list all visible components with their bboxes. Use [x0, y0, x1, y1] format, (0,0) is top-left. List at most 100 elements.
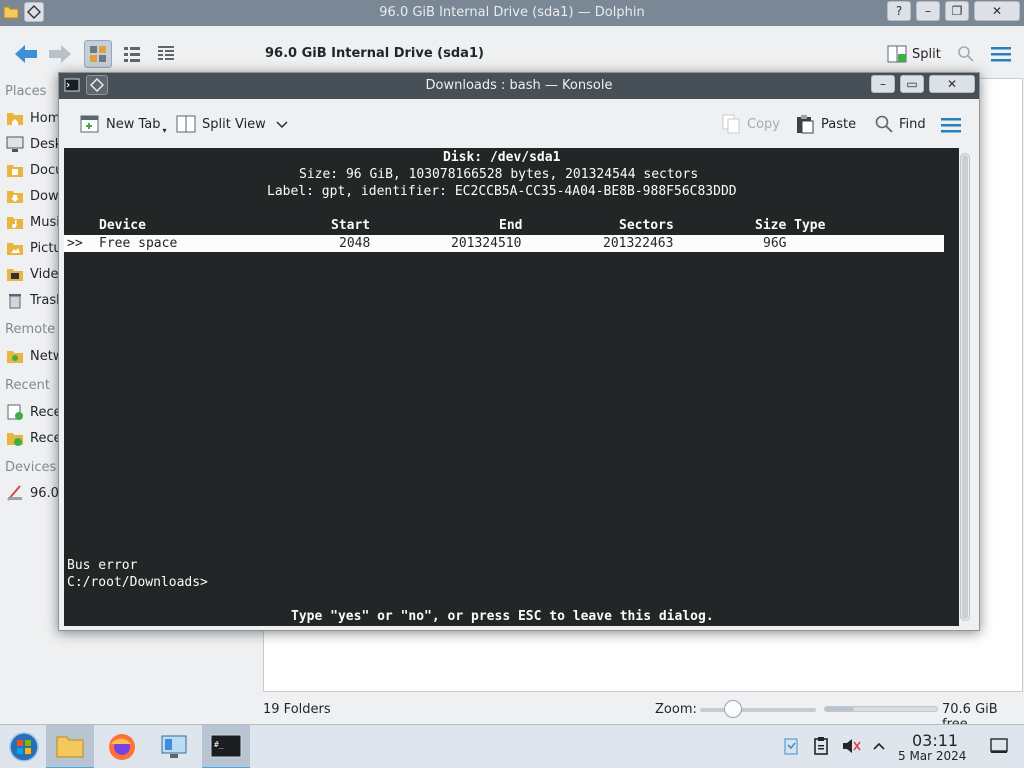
terminal-area[interactable]: Disk: /dev/sda1 Size: 96 GiB, 1030781665…	[64, 148, 959, 626]
place-label: 96.0 GiB Internal Drive	[30, 485, 60, 501]
tray-vault[interactable]	[780, 735, 802, 757]
zoom-slider-track[interactable]	[700, 708, 816, 712]
copy-button[interactable]: Copy	[720, 113, 780, 135]
dolphin-titlebar[interactable]: 96.0 GiB Internal Drive (sda1) — Dolphin…	[0, 0, 1024, 26]
status-bar: 19 Folders Zoom: 70.6 GiB free	[0, 698, 1024, 732]
clock-date[interactable]: 5 Mar 2024	[898, 749, 966, 763]
maximize-button[interactable]: ❐	[945, 1, 969, 21]
taskbar: #_ 03:11 5 Mar 2024	[0, 724, 1024, 768]
konsole-window: Downloads : bash — Konsole – ▭ ✕ New Tab…	[58, 72, 980, 631]
search-button[interactable]	[954, 42, 978, 66]
tray-expander[interactable]	[868, 735, 890, 757]
places-panel: Places Home Desktop Documents Downloads …	[0, 82, 60, 702]
place-label: Downloads	[30, 188, 60, 204]
split-view-button[interactable]: Split View	[175, 113, 289, 135]
place-label: Home	[30, 110, 60, 126]
size-line: Size: 96 GiB, 103078166528 bytes, 201324…	[299, 167, 699, 182]
header-device: Device	[99, 218, 146, 233]
place-label: Recent Files	[30, 404, 60, 420]
task-firefox[interactable]	[98, 725, 146, 768]
new-tab-button[interactable]: New Tab ▾	[79, 113, 167, 135]
hamburger-menu-button[interactable]	[941, 114, 961, 136]
place-desktop[interactable]: Desktop	[6, 134, 60, 154]
help-button[interactable]: ?	[887, 1, 911, 21]
place-documents[interactable]: Documents	[6, 160, 60, 180]
row-start: 2048	[339, 236, 371, 251]
close-button[interactable]: ✕	[974, 1, 1020, 21]
show-desktop-button[interactable]	[988, 735, 1010, 757]
back-button[interactable]	[10, 40, 42, 68]
compact-view-button[interactable]	[118, 40, 146, 68]
pictures-folder-icon	[7, 243, 23, 255]
desktop-icon	[6, 136, 24, 152]
terminal-scrollbar[interactable]	[960, 153, 970, 621]
hamburger-menu-button[interactable]	[988, 42, 1014, 66]
header-start: Start	[331, 218, 371, 233]
scrollbar-thumb[interactable]	[962, 155, 968, 619]
place-recent-locations[interactable]: Recent Locations	[6, 428, 60, 448]
split-button[interactable]: Split	[886, 42, 941, 66]
task-system-settings[interactable]	[150, 725, 198, 768]
place-downloads[interactable]: Downloads	[6, 186, 60, 206]
header-sectors: Sectors	[619, 218, 674, 233]
konsole-toolbar: New Tab ▾ Split View Copy Paste Find	[59, 99, 979, 147]
place-network[interactable]: Network	[6, 346, 60, 366]
terminal-icon: #_	[210, 734, 242, 758]
dialog-hint-line: Type "yes" or "no", or press ESC to leav…	[291, 609, 714, 624]
zoom-label: Zoom:	[655, 702, 697, 717]
device-internal-drive[interactable]: 96.0 GiB Internal Drive	[6, 483, 60, 503]
konsole-titlebar[interactable]: Downloads : bash — Konsole – ▭ ✕	[59, 73, 979, 99]
volume-muted-icon	[843, 739, 861, 753]
maximize-button[interactable]: ▭	[900, 75, 924, 93]
minimize-button[interactable]: –	[916, 1, 940, 21]
recent-heading: Recent	[5, 378, 50, 393]
paste-label: Paste	[821, 116, 857, 132]
close-button[interactable]: ✕	[929, 75, 975, 93]
disk-line: Disk: /dev/sda1	[443, 150, 561, 165]
bus-error-line: Bus error	[67, 558, 138, 573]
split-view-label: Split View	[202, 116, 266, 132]
home-folder-icon	[7, 113, 23, 125]
place-recent-files[interactable]: Recent Files	[6, 402, 60, 422]
place-pictures[interactable]: Pictures	[6, 238, 60, 258]
row-sectors: 201322463	[603, 236, 674, 251]
place-music[interactable]: Music	[6, 212, 60, 232]
tray-clipboard[interactable]	[810, 735, 832, 757]
paste-button[interactable]: Paste	[794, 113, 856, 135]
clipboard-icon	[814, 737, 828, 755]
header-size-type: Size Type	[755, 218, 826, 233]
minimize-button[interactable]: –	[871, 75, 895, 93]
task-dolphin[interactable]	[46, 725, 94, 768]
remote-heading: Remote	[5, 322, 56, 337]
place-trash[interactable]: Trash	[6, 290, 60, 310]
split-view-icon	[887, 45, 907, 63]
icons-view-button[interactable]	[84, 40, 112, 68]
forward-button[interactable]	[44, 40, 76, 68]
copy-icon	[722, 114, 740, 134]
free-space-bar	[824, 706, 938, 712]
place-label: Documents	[30, 162, 60, 178]
devices-heading: Devices	[5, 460, 57, 475]
start-orb-icon	[9, 732, 39, 762]
dropdown-arrow-icon: ▾	[162, 125, 167, 135]
application-launcher[interactable]	[0, 725, 48, 768]
task-konsole[interactable]: #_	[202, 725, 250, 768]
recent-files-icon	[7, 404, 23, 420]
clock-time[interactable]: 03:11	[912, 731, 958, 750]
show-desktop-icon	[990, 738, 1008, 753]
tray-volume[interactable]	[840, 735, 862, 757]
documents-folder-icon	[7, 165, 23, 177]
location-bar[interactable]: 96.0 GiB Internal Drive (sda1)	[265, 46, 484, 61]
place-home[interactable]: Home	[6, 108, 60, 128]
partition-row-selected[interactable]: >> Free space 2048 201324510 201322463 9…	[64, 235, 944, 252]
place-label: Desktop	[30, 136, 60, 152]
details-view-button[interactable]	[152, 40, 180, 68]
place-videos[interactable]: Videos	[6, 264, 60, 284]
hamburger-icon	[991, 47, 1011, 62]
zoom-slider-handle[interactable]	[724, 700, 742, 718]
downloads-folder-icon	[7, 191, 23, 203]
row-device: Free space	[99, 236, 178, 251]
find-button[interactable]: Find	[874, 113, 926, 135]
konsole-title: Downloads : bash — Konsole	[425, 78, 613, 93]
row-size: 96G	[763, 236, 787, 251]
